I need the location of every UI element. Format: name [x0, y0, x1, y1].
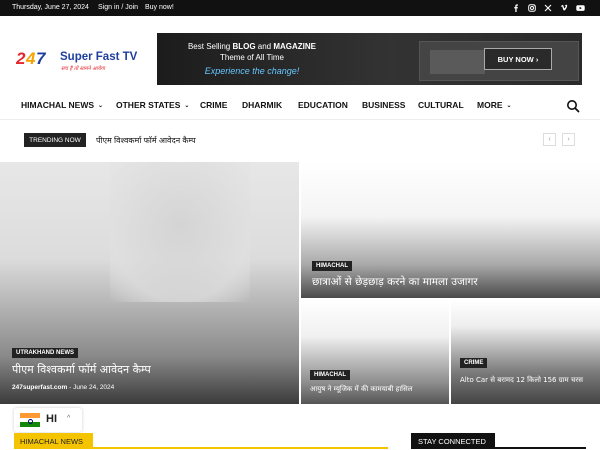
post-date: June 24, 2024 — [73, 384, 115, 391]
site-logo[interactable]: 2 4 7 Super Fast TV सच है तो सामने आयेगा — [15, 47, 151, 75]
vimeo-icon[interactable] — [559, 3, 569, 13]
post-title[interactable]: आयुष ने म्यूजिक में की कामयाबी हासिल — [310, 385, 412, 394]
trending-headline[interactable]: पीएम विश्वकर्मा फॉर्म आवेदन कैम्प — [96, 135, 196, 146]
india-flag-icon — [20, 413, 40, 427]
nav-cultural[interactable]: CULTURAL — [418, 100, 464, 110]
current-date: Thursday, June 27, 2024 — [12, 4, 89, 11]
trending-next-button[interactable]: › — [562, 133, 575, 146]
banner-line-1: Best Selling BLOG and MAGAZINE — [187, 42, 317, 51]
trending-prev-button[interactable]: ‹ — [543, 133, 556, 146]
banner-ad[interactable]: Best Selling BLOG and MAGAZINE Theme of … — [157, 33, 582, 85]
post-author[interactable]: 247superfast.com — [12, 384, 67, 391]
chevron-down-icon: ⌄ — [506, 103, 512, 110]
featured-post-small-2[interactable]: CRIME Alto Car से बरामद 12 किलो 156 ग्रा… — [451, 300, 600, 404]
svg-text:2: 2 — [16, 49, 26, 68]
section-divider — [14, 447, 388, 449]
post-image — [110, 162, 250, 302]
nav-business[interactable]: BUSINESS — [362, 100, 405, 110]
chevron-up-icon: ^ — [67, 415, 71, 422]
svg-text:4: 4 — [25, 49, 36, 68]
signin-link[interactable]: Sign in / Join — [98, 4, 138, 11]
featured-post-right[interactable]: HIMACHAL छात्राओं से छेड़छाड़ करने का मा… — [301, 162, 600, 298]
language-selector[interactable]: HI ^ — [14, 408, 82, 432]
nav-more[interactable]: MORE ⌄ — [477, 100, 512, 110]
post-title[interactable]: छात्राओं से छेड़छाड़ करने का मामला उजागर — [312, 275, 478, 289]
featured-post-main[interactable]: UTRAKHAND NEWS पीएम विश्वकर्मा फॉर्म आवे… — [0, 162, 299, 404]
svg-text:Super Fast TV: Super Fast TV — [60, 51, 138, 63]
chevron-down-icon: ⌄ — [98, 103, 104, 110]
nav-dharmik[interactable]: DHARMIK — [242, 100, 282, 110]
chevron-down-icon: ⌄ — [184, 103, 190, 110]
post-meta: 247superfast.com - June 24, 2024 — [12, 384, 115, 391]
trending-label: TRENDING NOW — [24, 133, 86, 147]
buy-now-link[interactable]: Buy now! — [145, 4, 174, 11]
post-title[interactable]: Alto Car से बरामद 12 किलो 156 ग्राम चरस — [460, 374, 590, 387]
nav-other-states[interactable]: OTHER STATES ⌄ — [116, 100, 189, 110]
instagram-icon[interactable] — [527, 3, 537, 13]
post-category-badge[interactable]: HIMACHAL — [312, 261, 352, 271]
nav-education[interactable]: EDUCATION — [298, 100, 348, 110]
nav-himachal-news[interactable]: HIMACHAL NEWS ⌄ — [21, 100, 103, 110]
nav-crime[interactable]: CRIME — [200, 100, 227, 110]
top-bar: Thursday, June 27, 2024 Sign in / Join B… — [0, 0, 600, 16]
banner-line-3: Experience the change! — [204, 66, 300, 76]
banner-buy-button[interactable]: BUY NOW › — [484, 48, 552, 70]
main-nav: HIMACHAL NEWS ⌄ OTHER STATES ⌄ CRIME DHARM… — [0, 92, 600, 120]
svg-text:सच है तो सामने आयेगा: सच है तो सामने आयेगा — [61, 65, 107, 72]
search-icon[interactable] — [566, 99, 580, 113]
featured-post-small-1[interactable]: HIMACHAL आयुष ने म्यूजिक में की कामयाबी … — [301, 300, 449, 404]
facebook-icon[interactable] — [511, 3, 521, 13]
youtube-icon[interactable] — [575, 3, 585, 13]
banner-line-2: Theme of All Time — [219, 53, 285, 62]
language-code: HI — [46, 413, 57, 425]
post-category-badge[interactable]: UTRAKHAND NEWS — [12, 348, 78, 358]
section-divider — [411, 447, 586, 449]
post-title[interactable]: पीएम विश्वकर्मा फॉर्म आवेदन कैम्प — [12, 362, 151, 377]
svg-text:7: 7 — [36, 49, 47, 68]
post-category-badge[interactable]: HIMACHAL — [310, 370, 350, 380]
post-category-badge[interactable]: CRIME — [460, 358, 488, 368]
x-icon[interactable] — [543, 3, 553, 13]
